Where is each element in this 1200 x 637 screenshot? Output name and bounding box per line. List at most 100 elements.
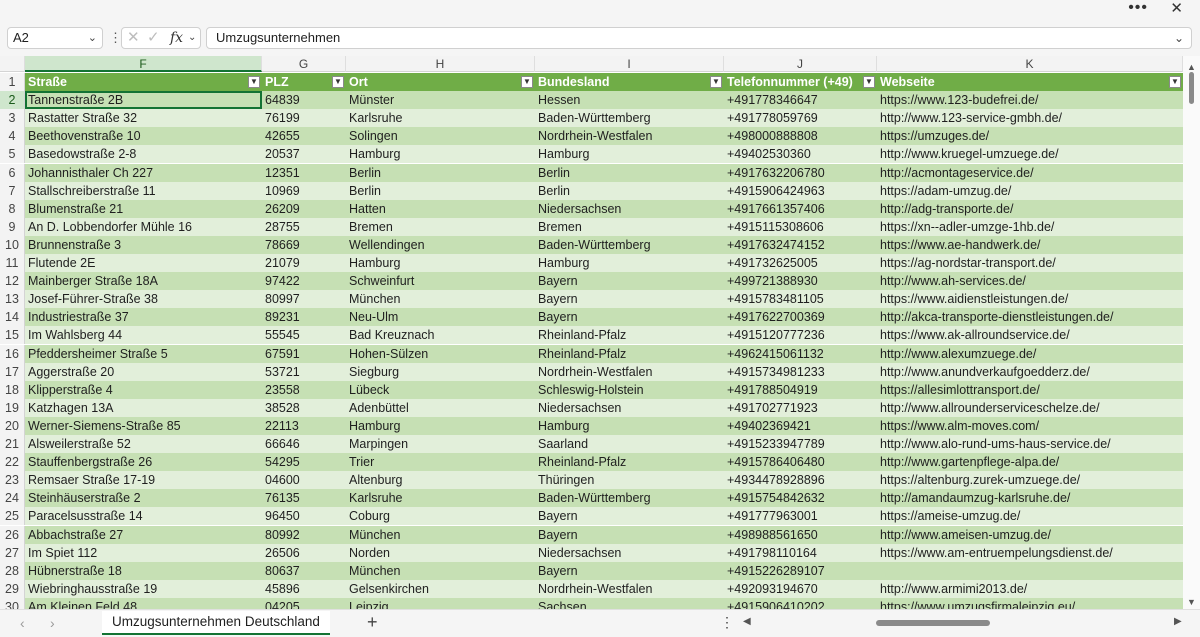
cell-ort[interactable]: Hamburg <box>346 254 535 273</box>
cell-strasse[interactable]: Abbachstraße 27 <box>25 525 262 544</box>
cell-strasse[interactable]: Wiebringhausstraße 19 <box>25 579 262 598</box>
cell-bundesland[interactable]: Baden-Württemberg <box>535 489 724 508</box>
cell-webseite[interactable]: http://www.allrounderserviceschelze.de/ <box>877 398 1183 417</box>
cell-plz[interactable]: 76199 <box>262 109 346 128</box>
cell-telefon[interactable]: +49402530360 <box>724 145 877 164</box>
cell-plz[interactable]: 96450 <box>262 507 346 526</box>
cell-webseite[interactable]: https://www.ak-allroundservice.de/ <box>877 326 1183 345</box>
cell-telefon[interactable]: +4915783481105 <box>724 290 877 309</box>
insert-function-icon[interactable]: fx <box>170 28 183 48</box>
cell-telefon[interactable]: +4915906410202 <box>724 597 877 609</box>
cell-ort[interactable]: Berlin <box>346 163 535 182</box>
cell-strasse[interactable]: Paracelsusstraße 14 <box>25 507 262 526</box>
row-number[interactable]: 24 <box>0 489 25 508</box>
cell-bundesland[interactable]: Nordrhein-Westfalen <box>535 579 724 598</box>
cell-plz[interactable]: 23558 <box>262 380 346 399</box>
formula-input[interactable]: Umzugsunternehmen ⌄ <box>206 27 1192 49</box>
cell-telefon[interactable]: +4915233947789 <box>724 435 877 454</box>
cell-plz[interactable]: 12351 <box>262 163 346 182</box>
cell-strasse[interactable]: Hübnerstraße 18 <box>25 561 262 580</box>
cell-bundesland[interactable]: Hamburg <box>535 416 724 435</box>
cell-plz[interactable]: 28755 <box>262 217 346 236</box>
vertical-scrollbar[interactable]: ▲ ▼ <box>1183 56 1200 609</box>
cell-bundesland[interactable]: Niedersachsen <box>535 199 724 218</box>
column-header-j[interactable]: J <box>724 56 877 72</box>
row-number[interactable]: 2 <box>0 91 25 110</box>
cell-webseite[interactable]: https://www.alm-moves.com/ <box>877 416 1183 435</box>
cell-strasse[interactable]: Im Spiet 112 <box>25 543 262 562</box>
cell-ort[interactable]: Karlsruhe <box>346 109 535 128</box>
cell-bundesland[interactable]: Hamburg <box>535 254 724 273</box>
cell-plz[interactable]: 76135 <box>262 489 346 508</box>
cell-strasse[interactable]: Klipperstraße 4 <box>25 380 262 399</box>
cell-ort[interactable]: München <box>346 561 535 580</box>
cell-webseite[interactable]: http://www.armimi2013.de/ <box>877 579 1183 598</box>
cell-ort[interactable]: Gelsenkirchen <box>346 579 535 598</box>
cell-ort[interactable]: Adenbüttel <box>346 398 535 417</box>
cell-bundesland[interactable]: Berlin <box>535 163 724 182</box>
cell-plz[interactable]: 20537 <box>262 145 346 164</box>
cell-webseite[interactable]: http://www.123-service-gmbh.de/ <box>877 109 1183 128</box>
cell-plz[interactable]: 80992 <box>262 525 346 544</box>
cell-webseite[interactable]: http://www.alo-rund-ums-haus-service.de/ <box>877 435 1183 454</box>
cell-strasse[interactable]: Stauffenbergstraße 26 <box>25 453 262 472</box>
expand-formula-icon[interactable]: ⌄ <box>1174 28 1184 48</box>
filter-dropdown-icon[interactable]: ▼ <box>1169 76 1181 88</box>
cell-telefon[interactable]: +4915115308606 <box>724 217 877 236</box>
scroll-down-icon[interactable]: ▼ <box>1187 597 1196 607</box>
column-header-i[interactable]: I <box>535 56 724 72</box>
cell-telefon[interactable]: +4915906424963 <box>724 181 877 200</box>
cell-strasse[interactable]: Tannenstraße 2B <box>25 91 262 110</box>
row-number[interactable]: 23 <box>0 471 25 490</box>
cell-webseite[interactable]: https://adam-umzug.de/ <box>877 181 1183 200</box>
cell-ort[interactable]: Lübeck <box>346 380 535 399</box>
cell-webseite[interactable]: https://umzuges.de/ <box>877 127 1183 146</box>
cell-telefon[interactable]: +4917632206780 <box>724 163 877 182</box>
column-header-k[interactable]: K <box>877 56 1183 72</box>
cell-webseite[interactable]: https://www.ae-handwerk.de/ <box>877 235 1183 254</box>
row-number[interactable]: 13 <box>0 290 25 309</box>
row-number[interactable]: 8 <box>0 199 25 218</box>
enter-icon[interactable]: ✓ <box>147 28 160 48</box>
next-sheet-icon[interactable]: › <box>50 615 55 631</box>
cell-ort[interactable]: München <box>346 525 535 544</box>
tab-bar-more-icon[interactable]: ⋮ <box>720 614 734 631</box>
row-number[interactable]: 5 <box>0 145 25 164</box>
cell-strasse[interactable]: Mainberger Straße 18A <box>25 272 262 291</box>
cell-telefon[interactable]: +4915734981233 <box>724 362 877 381</box>
cell-telefon[interactable]: +499721388930 <box>724 272 877 291</box>
row-number[interactable]: 25 <box>0 507 25 526</box>
row-number[interactable]: 11 <box>0 254 25 273</box>
cell-bundesland[interactable]: Bayern <box>535 507 724 526</box>
cell-plz[interactable]: 26209 <box>262 199 346 218</box>
cell-plz[interactable]: 54295 <box>262 453 346 472</box>
cell-ort[interactable]: Hatten <box>346 199 535 218</box>
cell-webseite[interactable]: https://xn--adler-umzge-1hb.de/ <box>877 217 1183 236</box>
row-number[interactable]: 17 <box>0 362 25 381</box>
cell-webseite[interactable]: https://www.aidienstleistungen.de/ <box>877 290 1183 309</box>
header-cell-bundesland[interactable]: Bundesland ▼ <box>535 73 724 92</box>
cell-webseite[interactable]: http://www.kruegel-umzuege.de/ <box>877 145 1183 164</box>
cell-webseite[interactable] <box>877 561 1183 580</box>
cell-bundesland[interactable]: Baden-Württemberg <box>535 235 724 254</box>
cell-ort[interactable]: Schweinfurt <box>346 272 535 291</box>
cell-bundesland[interactable]: Nordrhein-Westfalen <box>535 362 724 381</box>
cell-bundesland[interactable]: Bayern <box>535 290 724 309</box>
cell-ort[interactable]: Hamburg <box>346 416 535 435</box>
cell-plz[interactable]: 45896 <box>262 579 346 598</box>
cell-webseite[interactable]: https://ameise-umzug.de/ <box>877 507 1183 526</box>
cell-plz[interactable]: 42655 <box>262 127 346 146</box>
cell-ort[interactable]: Leipzig <box>346 597 535 609</box>
cell-telefon[interactable]: +498000888808 <box>724 127 877 146</box>
cell-ort[interactable]: Coburg <box>346 507 535 526</box>
cell-bundesland[interactable]: Saarland <box>535 435 724 454</box>
chevron-down-icon[interactable]: ⌄ <box>188 28 196 48</box>
cell-strasse[interactable]: Werner-Siemens-Straße 85 <box>25 416 262 435</box>
cell-strasse[interactable]: Johannisthaler Ch 227 <box>25 163 262 182</box>
cell-webseite[interactable]: http://www.anundverkaufgoedderz.de/ <box>877 362 1183 381</box>
chevron-down-icon[interactable]: ⌄ <box>88 28 97 48</box>
cell-telefon[interactable]: +491798110164 <box>724 543 877 562</box>
row-number[interactable]: 28 <box>0 561 25 580</box>
filter-dropdown-icon[interactable]: ▼ <box>863 76 875 88</box>
cell-telefon[interactable]: +491778059769 <box>724 109 877 128</box>
